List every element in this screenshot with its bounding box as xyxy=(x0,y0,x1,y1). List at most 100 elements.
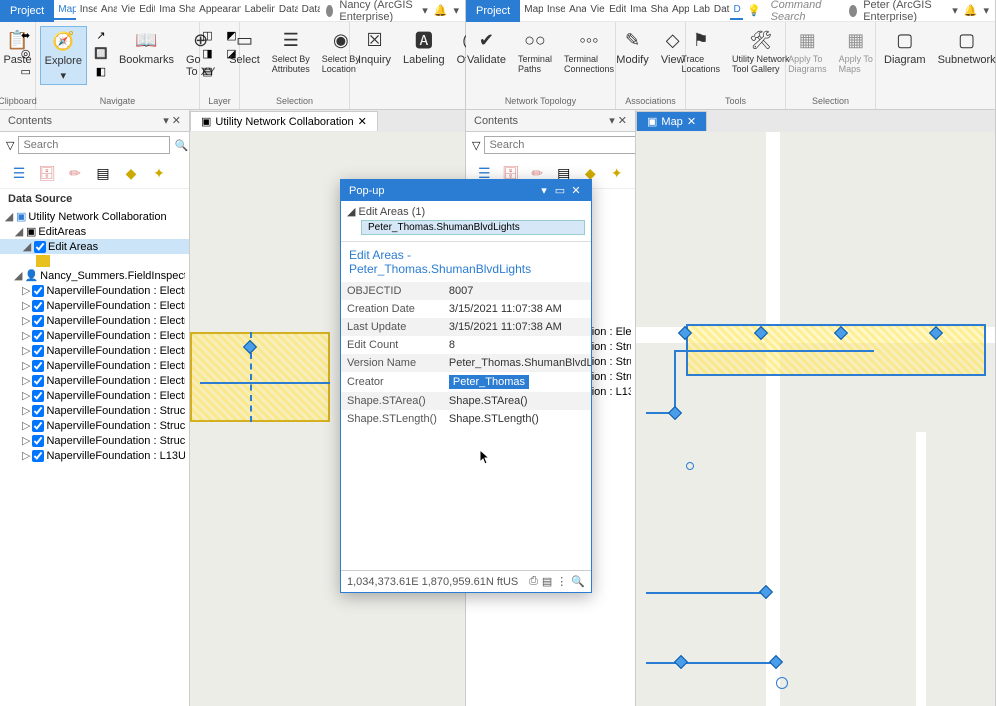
idea-icon[interactable]: 💡 xyxy=(743,4,765,17)
inquiry-button[interactable]: ☒Inquiry xyxy=(354,26,395,68)
trace-locations-button[interactable]: ⚑Trace Locations xyxy=(677,26,724,76)
rtab-map[interactable]: Map xyxy=(520,1,543,20)
tab-map[interactable]: Map xyxy=(54,1,76,20)
rtab-edit[interactable]: Edit xyxy=(605,1,626,20)
popup-zoom-icon[interactable]: 🔍 xyxy=(571,575,585,588)
bookmarks-button[interactable]: 📖Bookmarks xyxy=(115,26,178,68)
layer-tool-1[interactable]: ◫ xyxy=(198,26,218,44)
tab-data2[interactable]: Data xyxy=(298,1,321,20)
popup-print-icon[interactable]: ⎙ xyxy=(529,575,538,588)
layer-tool-3[interactable]: ▤ xyxy=(198,62,218,80)
panel-dropdown-icon[interactable]: ▾ ✕ xyxy=(163,114,181,127)
layer-checkbox[interactable] xyxy=(32,300,44,312)
terminal-paths-button[interactable]: ○○Terminal Paths xyxy=(514,26,556,76)
rtab-dat[interactable]: Dat xyxy=(710,1,730,20)
rtab-ima[interactable]: Ima xyxy=(626,1,647,20)
project-button-r[interactable]: Project xyxy=(466,0,520,22)
popup-pin-icon[interactable]: ▾ xyxy=(537,184,551,197)
layer-checkbox[interactable] xyxy=(32,360,44,372)
contents-search-input[interactable] xyxy=(18,136,170,154)
rtab-lab[interactable]: Lab xyxy=(689,1,710,20)
tab-sha[interactable]: Sha xyxy=(175,1,195,20)
bell-icon[interactable]: 🔔 xyxy=(434,4,448,17)
apply-maps-button[interactable]: ▦Apply To Maps xyxy=(835,26,877,76)
triangle-expand-icon[interactable]: ◢ xyxy=(347,206,355,218)
list-by-source-icon[interactable]: 🗄 xyxy=(36,162,58,184)
list-by-drawing-icon[interactable]: ☰ xyxy=(8,162,30,184)
nav-misc-icon[interactable]: ◧ xyxy=(91,62,111,80)
layer-row[interactable]: ▷NapervilleFoundation : Electric Transmi… xyxy=(0,373,189,388)
edit-areas-checkbox[interactable] xyxy=(34,241,46,253)
popup-window[interactable]: Pop-up ▾ ▭ ✕ ◢ Edit Areas (1) Peter_Thom… xyxy=(340,179,592,593)
layer-checkbox[interactable] xyxy=(32,375,44,387)
layer-checkbox[interactable] xyxy=(32,345,44,357)
layer-row[interactable]: ▷NapervilleFoundation : Electric Distrib… xyxy=(0,283,189,298)
tab-ana[interactable]: Ana xyxy=(97,1,117,20)
tab-data[interactable]: Data xyxy=(275,1,298,20)
rtab-ana[interactable]: Ana xyxy=(565,1,586,20)
layer-checkbox[interactable] xyxy=(32,330,44,342)
explore-button[interactable]: 🧭Explore▾ xyxy=(40,26,87,85)
layer-row[interactable]: ▷NapervilleFoundation : Structure Juncti… xyxy=(0,403,189,418)
list-snap-icon[interactable]: ✦ xyxy=(148,162,170,184)
layer-checkbox[interactable] xyxy=(32,315,44,327)
layer-row[interactable]: ▷NapervilleFoundation : Electric Distrib… xyxy=(0,328,189,343)
close-tab-icon[interactable]: ✕ xyxy=(358,115,367,128)
contents-search-input-r[interactable] xyxy=(484,136,636,154)
map-canvas-right[interactable] xyxy=(636,132,995,706)
layer-row[interactable]: ▷NapervilleFoundation : Structure Line xyxy=(0,418,189,433)
list-by-edit-icon[interactable]: ✏ xyxy=(64,162,86,184)
select-by-attr-button[interactable]: ☰Select By Attributes xyxy=(268,26,314,76)
tab-vie[interactable]: Vie xyxy=(117,1,135,20)
nav-arrow-icon[interactable]: ↗ xyxy=(91,26,111,44)
contents-tree[interactable]: ◢▣Utility Network Collaboration ◢▣EditAr… xyxy=(0,209,189,706)
subnetwork-button[interactable]: ▢Subnetwork xyxy=(934,26,996,68)
search-icon[interactable]: 🔍 xyxy=(174,137,188,153)
command-search[interactable]: Command Search xyxy=(765,0,844,23)
map-view-tab-r[interactable]: ▣Map✕ xyxy=(636,111,707,131)
layer-row[interactable]: ▷NapervilleFoundation : Structure Bounda xyxy=(0,433,189,448)
rtab-inse[interactable]: Inse xyxy=(543,1,565,20)
map-view-tab[interactable]: ▣Utility Network Collaboration✕ xyxy=(190,111,378,131)
popup-dock-icon[interactable]: ▭ xyxy=(553,184,567,197)
layer-checkbox[interactable] xyxy=(32,405,44,417)
tab-inse[interactable]: Inse xyxy=(76,1,97,20)
user-dropdown-icon[interactable]: ▾ xyxy=(422,4,428,17)
layer-row[interactable]: ▷NapervilleFoundation : L13UtilityNetwor… xyxy=(0,448,189,463)
list-filter-icon[interactable]: ▤ xyxy=(92,162,114,184)
nav-tool-1[interactable]: ⬌ xyxy=(16,26,36,44)
diagram-button[interactable]: ▢Diagram xyxy=(880,26,930,68)
nav-tool-2[interactable]: ◎ xyxy=(16,44,36,62)
labeling-button[interactable]: 🅰Labeling xyxy=(399,26,449,68)
tab-appearance[interactable]: Appearance xyxy=(195,1,240,20)
user-dropdown-icon-r[interactable]: ▾ xyxy=(952,4,958,17)
layer-row[interactable]: ▷NapervilleFoundation : Electric Transmi… xyxy=(0,358,189,373)
tab-labeling[interactable]: Labeling xyxy=(241,1,275,20)
rtab-app[interactable]: App xyxy=(668,1,689,20)
layer-checkbox[interactable] xyxy=(32,390,44,402)
popup-close-icon[interactable]: ✕ xyxy=(569,184,583,197)
layer-checkbox[interactable] xyxy=(32,420,44,432)
filter-icon-r[interactable]: ▽ xyxy=(472,139,480,152)
rtab-vie[interactable]: Vie xyxy=(586,1,605,20)
chevron-down-r[interactable]: ▾ xyxy=(983,4,989,17)
list-icon-r6[interactable]: ✦ xyxy=(607,162,628,184)
list-label-icon[interactable]: ◆ xyxy=(120,162,142,184)
rtab-sha[interactable]: Sha xyxy=(647,1,668,20)
tab-ima[interactable]: Ima xyxy=(155,1,175,20)
layer-checkbox[interactable] xyxy=(32,435,44,447)
tab-edit[interactable]: Edit xyxy=(135,1,155,20)
popup-select-icon[interactable]: ▤ xyxy=(542,575,552,588)
close-tab-icon-r[interactable]: ✕ xyxy=(687,115,696,128)
popup-menu-icon[interactable]: ⋮ xyxy=(556,575,567,588)
layer-checkbox[interactable] xyxy=(32,450,44,462)
layer-checkbox[interactable] xyxy=(32,285,44,297)
layer-row[interactable]: ▷NapervilleFoundation : Electric Transmi… xyxy=(0,388,189,403)
chevron-down-icon[interactable]: ▾ xyxy=(454,4,460,17)
layer-row[interactable]: ▷NapervilleFoundation : Electric Transmi… xyxy=(0,343,189,358)
modify-button[interactable]: ✎Modify xyxy=(612,26,652,68)
apply-diagrams-button[interactable]: ▦Apply To Diagrams xyxy=(784,26,831,76)
layer-tool-2[interactable]: ◨ xyxy=(198,44,218,62)
popup-tree-item[interactable]: Peter_Thomas.ShumanBlvdLights xyxy=(361,220,585,235)
project-button[interactable]: Project xyxy=(0,0,54,22)
